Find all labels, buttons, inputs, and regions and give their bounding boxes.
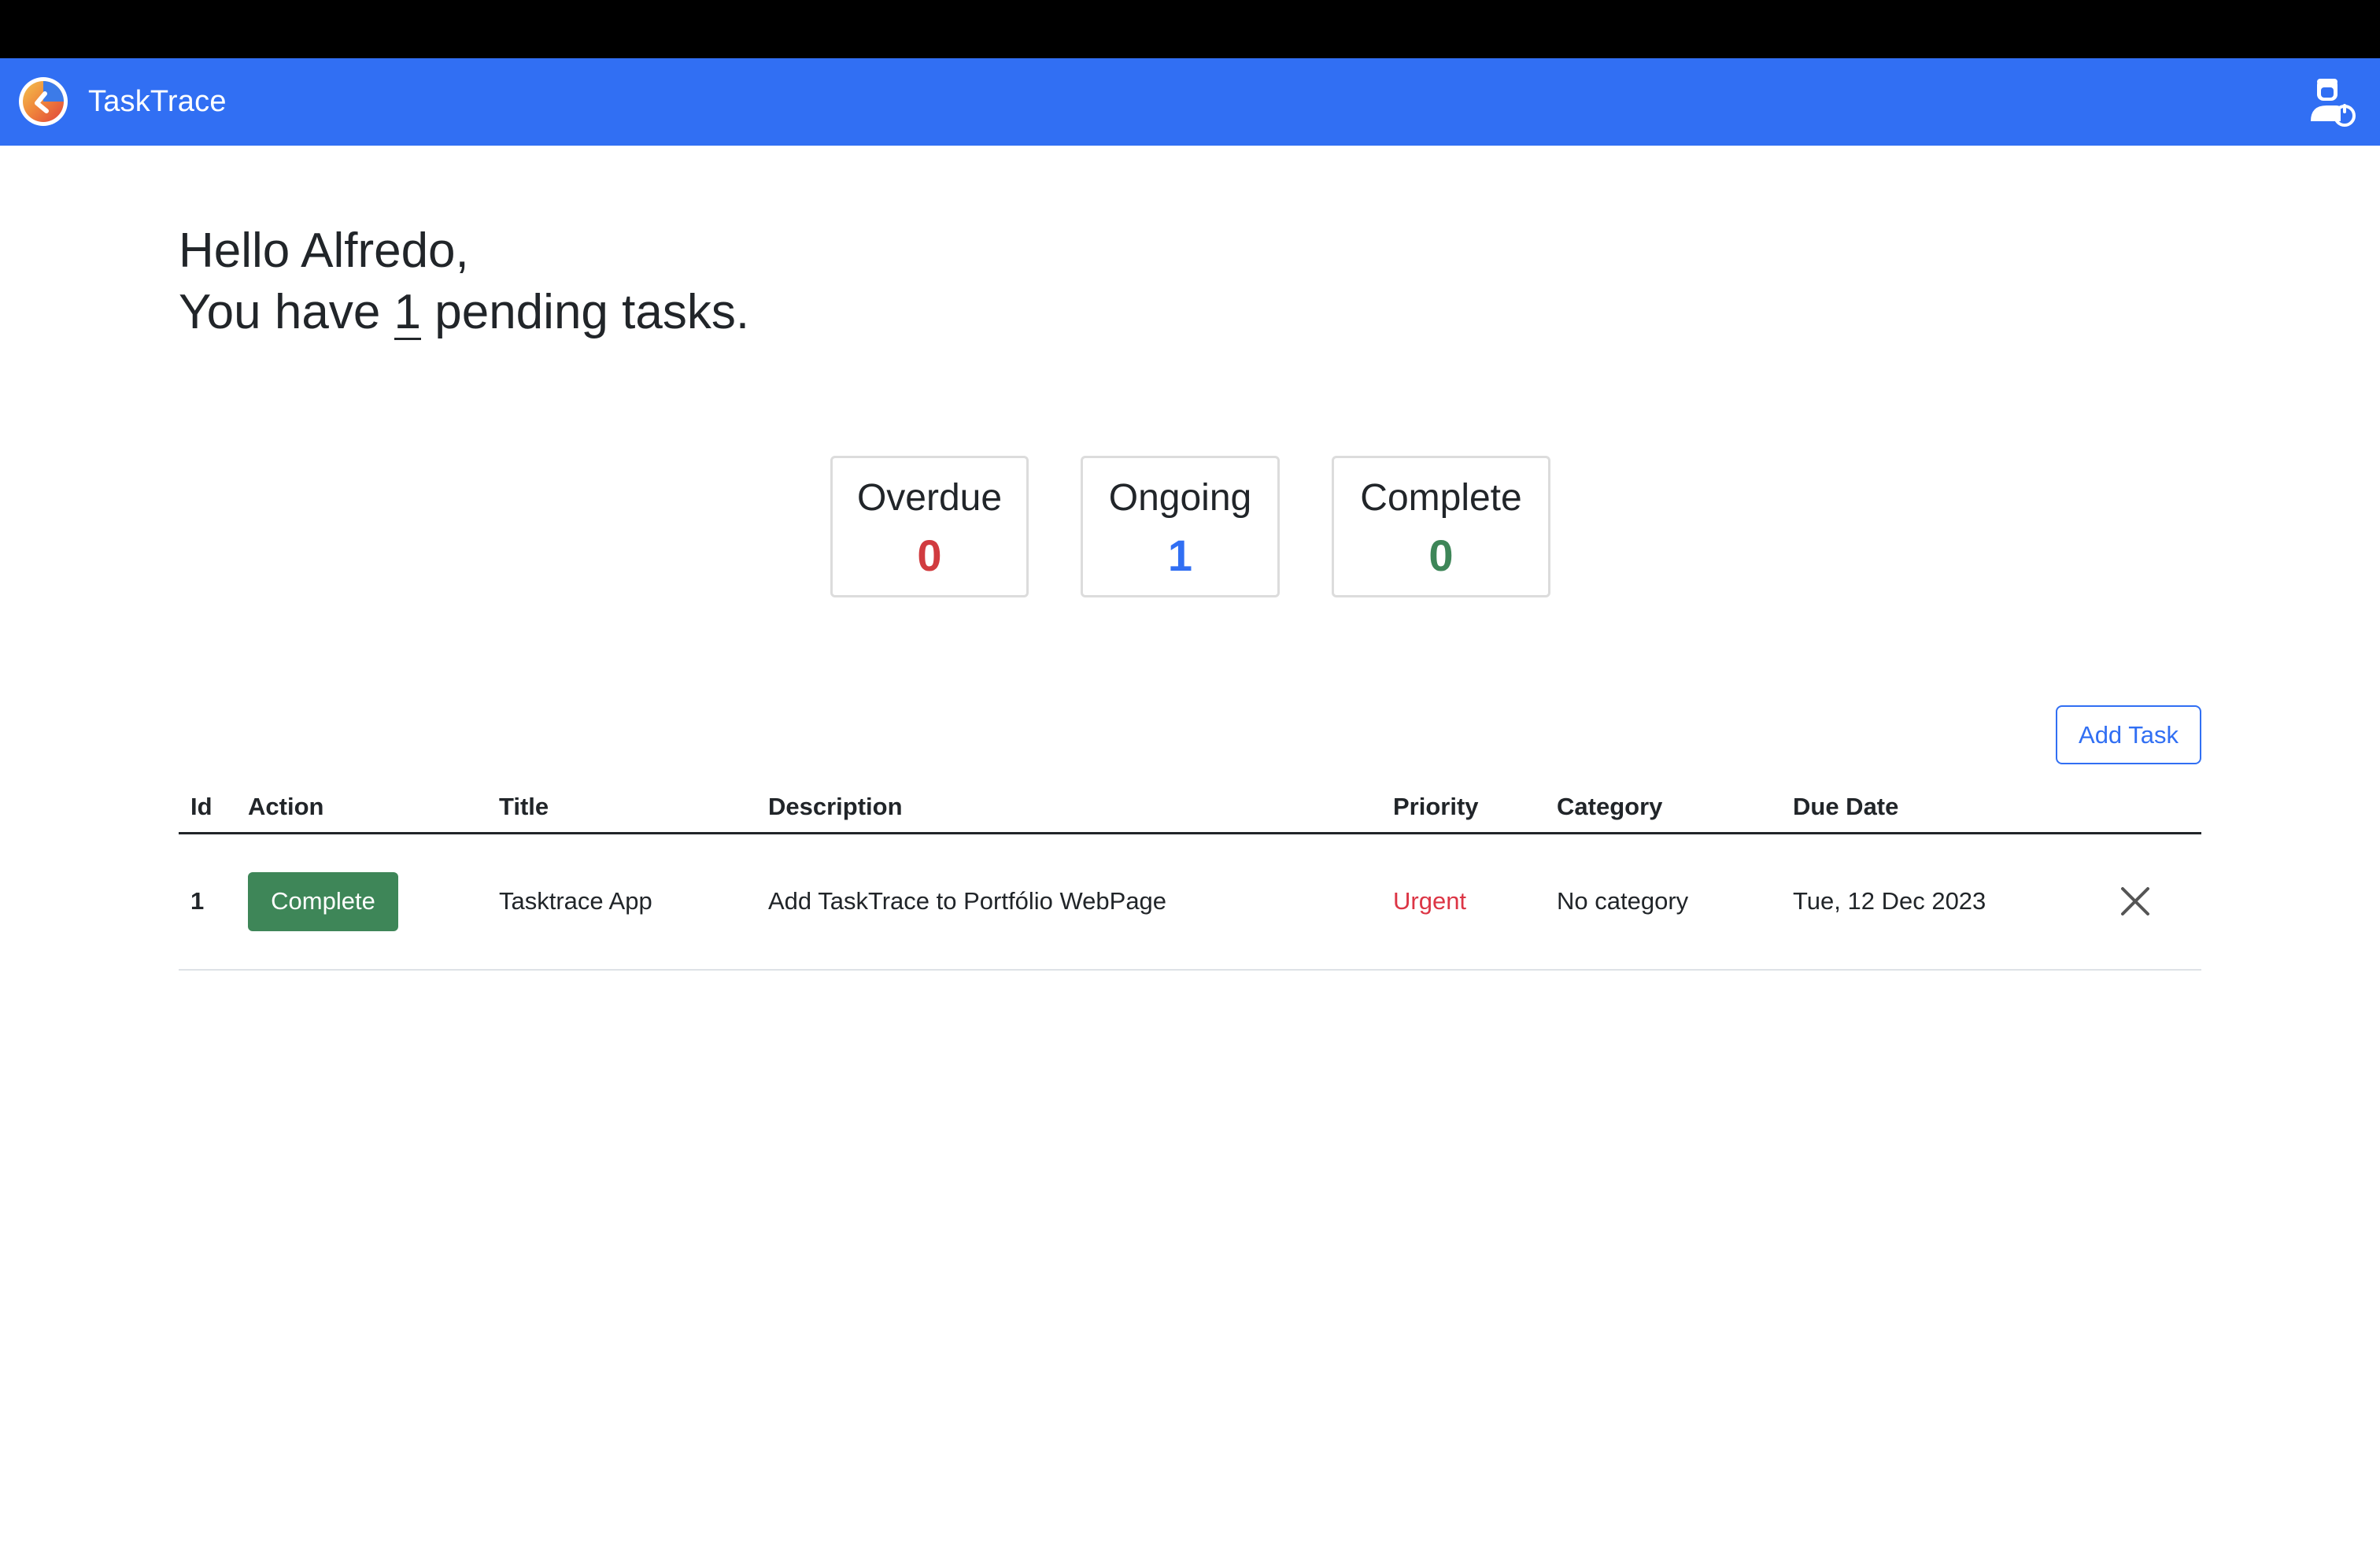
header-delete bbox=[2116, 779, 2201, 834]
overdue-count: 0 bbox=[917, 531, 942, 580]
brand-link[interactable]: TaskTrace bbox=[18, 76, 227, 127]
greeting-heading: Hello Alfredo, You have 1 pending tasks. bbox=[179, 220, 749, 343]
user-logout-button[interactable] bbox=[2304, 76, 2358, 129]
header-title: Title bbox=[499, 779, 768, 834]
tasks-table: Id Action Title Description Priority Cat… bbox=[179, 779, 2201, 971]
greeting-hello: Hello Alfredo, bbox=[179, 224, 469, 278]
greeting-suffix: pending tasks. bbox=[421, 285, 750, 339]
task-delete-cell bbox=[2116, 833, 2201, 971]
ongoing-count: 1 bbox=[1167, 531, 1193, 580]
task-category: No category bbox=[1557, 833, 1793, 971]
overdue-label: Overdue bbox=[856, 477, 1003, 519]
task-title: Tasktrace App bbox=[499, 833, 768, 971]
task-action-cell: Complete bbox=[248, 833, 499, 971]
task-id: 1 bbox=[179, 833, 248, 971]
pending-count: 1 bbox=[394, 285, 422, 340]
add-task-button[interactable]: Add Task bbox=[2056, 705, 2201, 764]
task-due-date: Tue, 12 Dec 2023 bbox=[1793, 833, 2116, 971]
ongoing-label: Ongoing bbox=[1108, 477, 1252, 519]
tasktrace-logo-icon bbox=[19, 77, 68, 126]
delete-task-button[interactable] bbox=[2116, 882, 2155, 921]
table-row: 1 Complete Tasktrace App Add TaskTrace t… bbox=[179, 833, 2201, 971]
task-description: Add TaskTrace to Portfólio WebPage bbox=[768, 833, 1393, 971]
top-black-bar bbox=[0, 0, 2380, 58]
overdue-card: Overdue 0 bbox=[830, 456, 1029, 597]
user-logout-icon bbox=[2311, 79, 2356, 127]
ongoing-card: Ongoing 1 bbox=[1081, 456, 1280, 597]
complete-label: Complete bbox=[1360, 477, 1522, 519]
complete-task-button[interactable]: Complete bbox=[248, 871, 398, 931]
navbar: TaskTrace bbox=[0, 58, 2380, 146]
table-header-row: Id Action Title Description Priority Cat… bbox=[179, 779, 2201, 834]
header-id: Id bbox=[179, 779, 248, 834]
complete-card: Complete 0 bbox=[1332, 456, 1550, 597]
task-priority: Urgent bbox=[1393, 833, 1557, 971]
header-due-date: Due Date bbox=[1793, 779, 2116, 834]
header-category: Category bbox=[1557, 779, 1793, 834]
header-description: Description bbox=[768, 779, 1393, 834]
app-name: TaskTrace bbox=[88, 84, 227, 118]
complete-count: 0 bbox=[1428, 531, 1454, 580]
greeting-prefix: You have bbox=[179, 285, 394, 339]
header-priority: Priority bbox=[1393, 779, 1557, 834]
header-action: Action bbox=[248, 779, 499, 834]
close-icon bbox=[2121, 887, 2149, 916]
